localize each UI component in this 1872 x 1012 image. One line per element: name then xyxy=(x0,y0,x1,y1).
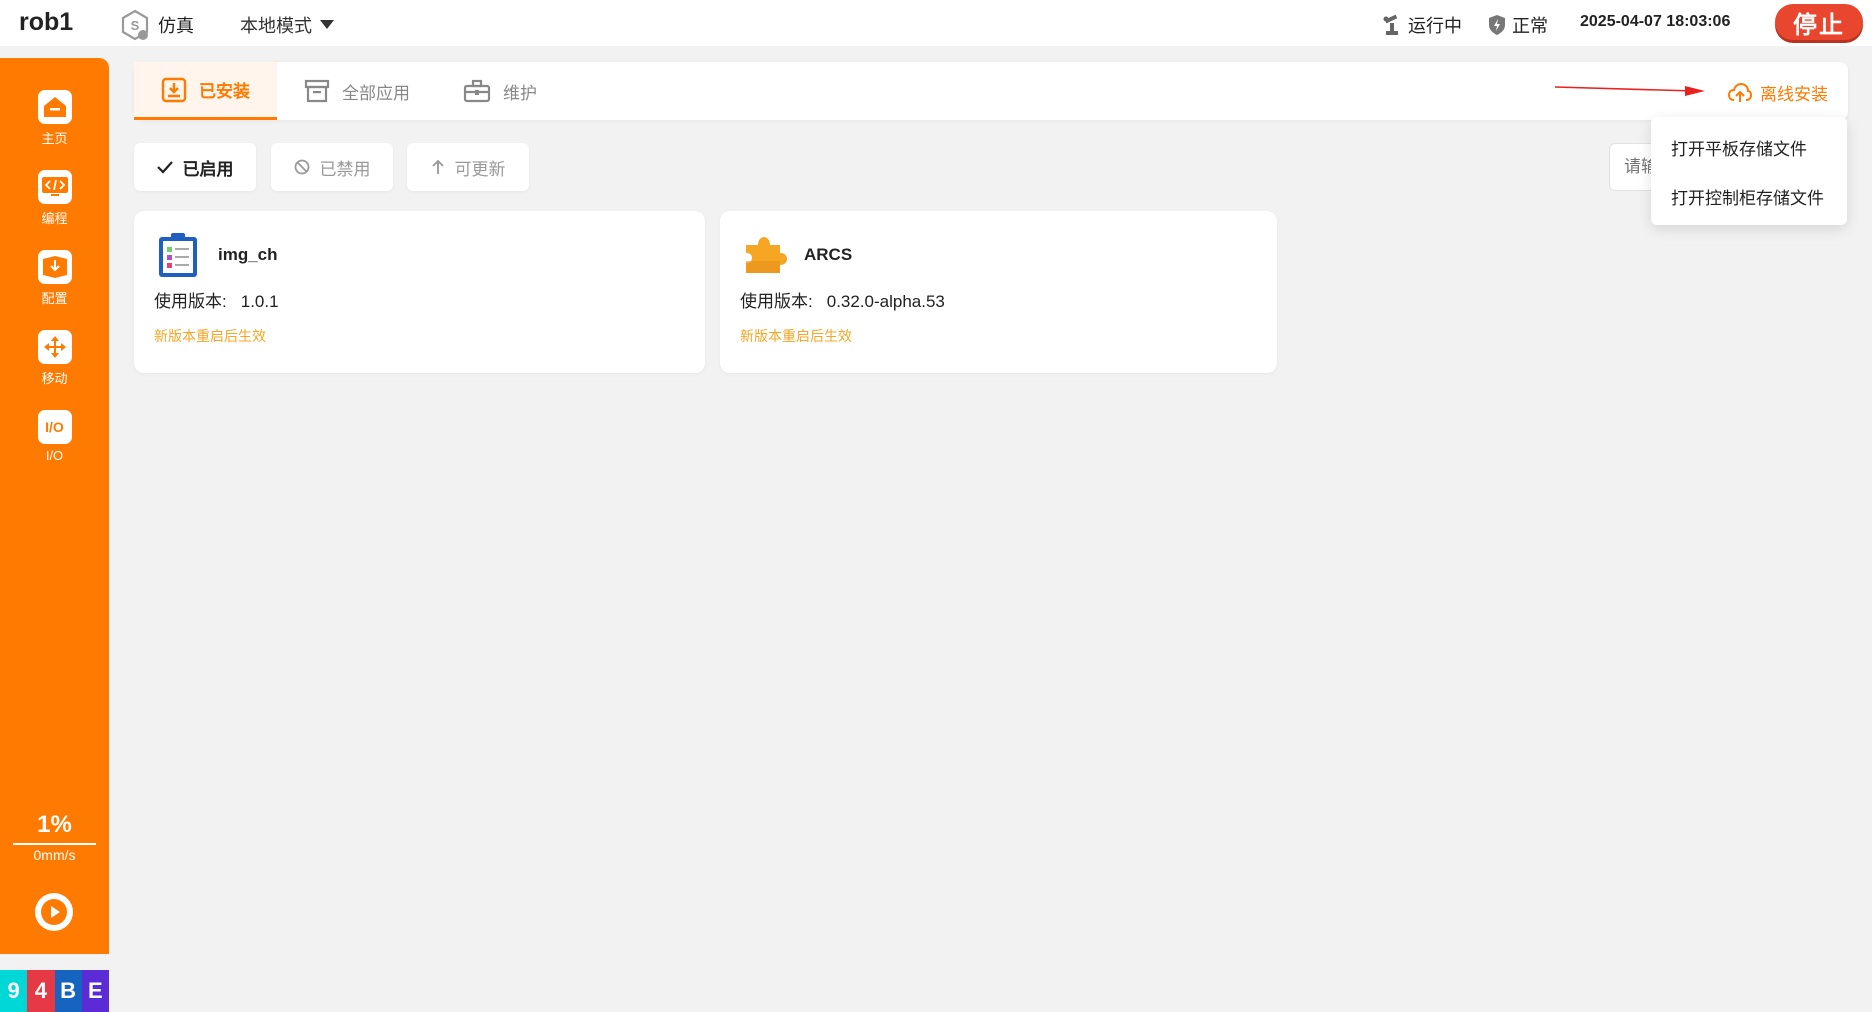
run-status: 运行中 xyxy=(1382,12,1462,38)
app-note: 新版本重启后生效 xyxy=(740,328,852,344)
safety-status: 正常 xyxy=(1488,12,1548,38)
app-note: 新版本重启后生效 xyxy=(154,328,266,344)
caret-down-icon xyxy=(320,20,334,29)
speed-divider xyxy=(13,843,96,845)
app-version: 使用版本: 1.0.1 xyxy=(154,292,279,311)
run-status-label: 运行中 xyxy=(1408,16,1462,36)
config-icon xyxy=(37,250,72,284)
status-code-digit: E xyxy=(81,970,109,1012)
home-icon xyxy=(37,90,72,124)
sidebar-item-io[interactable]: I/O I/O xyxy=(0,410,109,463)
mode-label: 本地模式 xyxy=(240,16,312,36)
tab-label: 维护 xyxy=(503,83,537,103)
status-code-digit: 9 xyxy=(0,970,28,1012)
app-version: 使用版本: 0.32.0-alpha.53 xyxy=(740,292,945,311)
offline-install-menu: 打开平板存储文件 打开控制柜存储文件 xyxy=(1651,117,1847,225)
safety-status-label: 正常 xyxy=(1512,16,1548,36)
sidebar-item-home[interactable]: 主页 xyxy=(0,90,109,147)
puzzle-icon xyxy=(746,237,787,273)
app-card[interactable]: ARCS 使用版本: 0.32.0-alpha.53 新版本重启后生效 xyxy=(720,211,1277,373)
clipboard-icon xyxy=(159,233,197,277)
svg-text:S: S xyxy=(131,18,140,33)
shield-icon xyxy=(1489,15,1505,35)
ban-icon xyxy=(294,159,309,175)
offline-install-label: 离线安装 xyxy=(1760,85,1828,104)
sidebar-item-label: 编程 xyxy=(41,211,68,226)
annotation-arrow xyxy=(1555,86,1705,96)
sidebar-item-label: 配置 xyxy=(41,291,68,306)
sidebar: 主页 编程 配置 移动 I/O I/O 1% 0mm/s 9 4 B E xyxy=(0,58,109,1012)
filter-enabled-button[interactable]: 已启用 xyxy=(134,143,256,191)
play-icon xyxy=(41,899,67,925)
simulation-icon: S xyxy=(121,9,149,41)
menu-item-open-cabinet-storage[interactable]: 打开控制柜存储文件 xyxy=(1671,184,1824,209)
filter-updatable-button[interactable]: 可更新 xyxy=(407,143,529,191)
cloud-upload-icon xyxy=(1728,82,1752,102)
toolbox-icon xyxy=(463,79,491,103)
status-code-digit: 4 xyxy=(27,970,55,1012)
sidebar-item-config[interactable]: 配置 xyxy=(0,250,109,307)
status-code: 9 4 B E xyxy=(0,970,109,1012)
io-icon: I/O xyxy=(37,410,72,444)
stop-button[interactable]: 停止 xyxy=(1775,4,1863,40)
sidebar-item-label: 移动 xyxy=(41,371,68,386)
code-icon xyxy=(37,170,72,204)
simulation-indicator[interactable]: S 仿真 xyxy=(120,9,194,41)
speed-mm: 0mm/s xyxy=(33,847,76,863)
sidebar-item-programming[interactable]: 编程 xyxy=(0,170,109,227)
filter-label: 已启用 xyxy=(182,159,234,179)
status-code-digit: B xyxy=(54,970,82,1012)
sidebar-item-label: 主页 xyxy=(41,131,68,146)
app-card[interactable]: img_ch 使用版本: 1.0.1 新版本重启后生效 xyxy=(134,211,705,373)
sidebar-item-move[interactable]: 移动 xyxy=(0,330,109,387)
menu-item-open-tablet-storage[interactable]: 打开平板存储文件 xyxy=(1671,135,1807,160)
filter-label: 已禁用 xyxy=(319,159,371,179)
filter-disabled-button[interactable]: 已禁用 xyxy=(271,143,393,191)
store-icon xyxy=(304,79,330,103)
app-name: img_ch xyxy=(218,245,278,264)
robot-arm-icon xyxy=(1383,14,1398,35)
app-name: ARCS xyxy=(804,245,853,264)
tab-label: 全部应用 xyxy=(342,83,410,103)
simulation-label: 仿真 xyxy=(158,16,194,36)
robot-name: rob1 xyxy=(19,8,74,36)
installed-icon xyxy=(161,77,187,102)
offline-install-button[interactable]: 离线安装 xyxy=(1728,80,1828,105)
move-icon xyxy=(37,330,72,364)
arrow-up-icon xyxy=(431,159,444,174)
check-icon xyxy=(156,161,173,174)
tab-label: 已安装 xyxy=(199,82,250,101)
tab-installed[interactable]: 已安装 xyxy=(134,62,277,120)
top-bar: rob1 S 仿真 本地模式 运行中 正常 2025-04-07 18:03:0… xyxy=(0,0,1872,46)
datetime: 2025-04-07 18:03:06 xyxy=(1580,13,1731,30)
play-button[interactable] xyxy=(35,893,73,931)
tab-maintenance[interactable]: 维护 xyxy=(463,62,537,120)
speed-percent[interactable]: 1% xyxy=(0,811,109,839)
sidebar-item-label: I/O xyxy=(45,448,64,463)
mode-select[interactable]: 本地模式 xyxy=(240,12,334,38)
filter-label: 可更新 xyxy=(454,159,506,179)
tab-all-apps[interactable]: 全部应用 xyxy=(304,62,410,120)
